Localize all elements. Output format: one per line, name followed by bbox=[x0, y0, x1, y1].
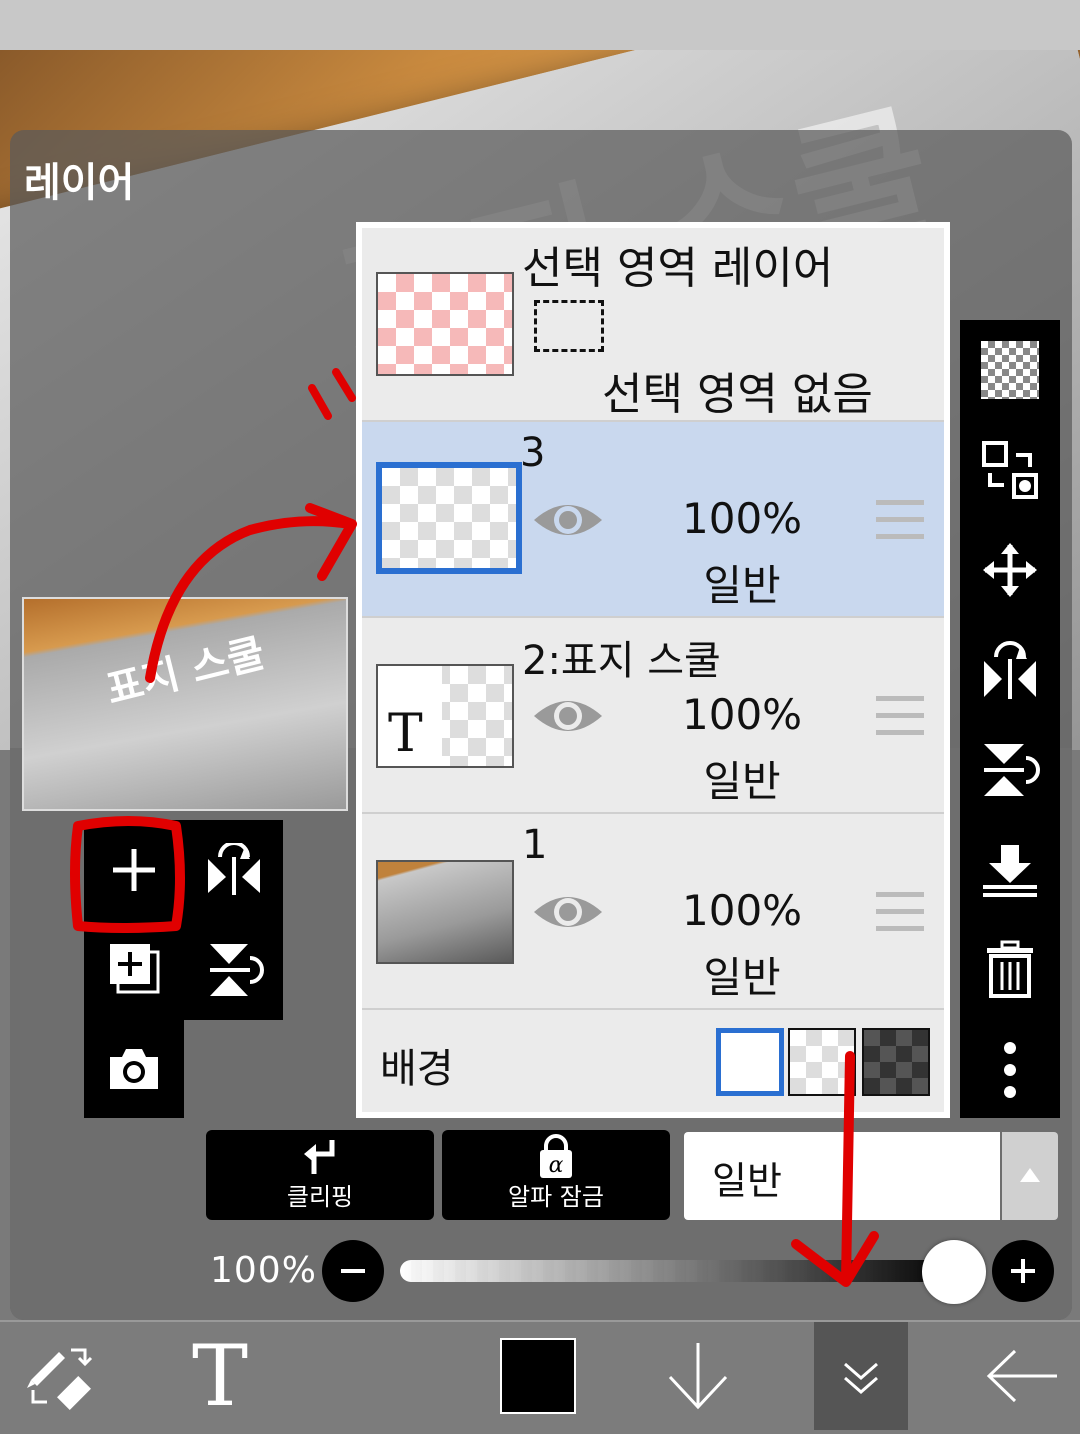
brush-eraser-swap-icon bbox=[27, 1348, 93, 1410]
selection-layer-thumbnail bbox=[376, 272, 514, 376]
layer-list: 선택 영역 레이어 선택 영역 없음 3 100% 일반 T 2:표지 스쿨 1… bbox=[356, 222, 950, 1118]
checker-icon bbox=[981, 341, 1039, 399]
drag-handle-icon[interactable] bbox=[876, 696, 924, 747]
drag-handle-icon[interactable] bbox=[876, 892, 924, 943]
opacity-value: 100% bbox=[210, 1250, 317, 1291]
merge-down-button[interactable] bbox=[960, 820, 1060, 920]
triangle-up-icon bbox=[1020, 1168, 1040, 1182]
eye-icon[interactable] bbox=[532, 888, 604, 936]
clipping-icon bbox=[304, 1140, 335, 1174]
background-row: 배경 bbox=[362, 1010, 944, 1112]
current-color-swatch bbox=[500, 1338, 576, 1414]
layer-name: 2:표지 스쿨 bbox=[522, 638, 721, 684]
layer-name: 1 bbox=[522, 822, 548, 868]
flip-vertical-right-button[interactable] bbox=[960, 720, 1060, 820]
status-bar bbox=[0, 0, 1080, 50]
selection-layer-status: 선택 영역 없음 bbox=[602, 369, 873, 420]
flip-vertical-icon bbox=[210, 944, 264, 996]
layer-thumbnail bbox=[376, 462, 522, 574]
more-vertical-icon bbox=[1004, 1042, 1016, 1098]
drag-handle-icon[interactable] bbox=[876, 500, 924, 551]
trash-icon bbox=[987, 940, 1033, 998]
flip-vertical-button[interactable] bbox=[184, 920, 284, 1020]
more-options-button[interactable] bbox=[960, 1020, 1060, 1120]
arrow-down-icon bbox=[668, 1343, 728, 1410]
move-icon bbox=[983, 543, 1037, 597]
layer-opacity: 100% bbox=[682, 690, 803, 739]
panel-title: 레이어 bbox=[24, 160, 135, 206]
background-label: 배경 bbox=[380, 1046, 454, 1092]
minus-icon bbox=[341, 1269, 365, 1273]
alpha-lock-label: 알파 잠금 bbox=[508, 1183, 604, 1211]
layer-row[interactable]: 3 100% 일반 bbox=[362, 422, 944, 619]
selection-marquee-icon bbox=[534, 300, 604, 352]
add-layer-button[interactable] bbox=[84, 820, 184, 920]
arrow-left-icon bbox=[986, 1349, 1057, 1403]
layer-panel-toggle-button[interactable] bbox=[814, 1322, 908, 1430]
layer-blend-mode: 일반 bbox=[703, 757, 781, 806]
merge-down-icon bbox=[983, 845, 1037, 897]
color-picker-button[interactable] bbox=[488, 1322, 588, 1430]
opacity-slider[interactable] bbox=[400, 1260, 960, 1282]
flip-horizontal-right-button[interactable] bbox=[960, 620, 1060, 720]
duplicate-layer-icon bbox=[110, 944, 160, 994]
blend-mode-value: 일반 bbox=[712, 1159, 782, 1203]
opacity-increase-button[interactable] bbox=[992, 1240, 1054, 1302]
text-layer-glyph: T bbox=[388, 704, 423, 764]
left-toolbar bbox=[84, 820, 184, 1118]
download-button[interactable] bbox=[648, 1322, 748, 1430]
text-tool-button[interactable]: T bbox=[170, 1322, 270, 1430]
flip-vertical-icon bbox=[984, 744, 1040, 796]
alpha-lock-button[interactable]: α 알파 잠금 bbox=[442, 1130, 670, 1220]
clipping-label: 클리핑 bbox=[286, 1183, 354, 1211]
layer-opacity: 100% bbox=[682, 886, 803, 935]
swap-icon bbox=[982, 441, 1038, 499]
layer-row[interactable]: 1 100% 일반 bbox=[362, 814, 944, 1011]
move-button[interactable] bbox=[960, 520, 1060, 620]
eye-icon[interactable] bbox=[532, 496, 604, 544]
layer-opacity: 100% bbox=[682, 494, 803, 543]
text-tool-icon: T bbox=[191, 1327, 249, 1425]
camera-layer-button[interactable] bbox=[84, 1018, 184, 1118]
preview-label: 표지 스쿨 bbox=[101, 630, 270, 714]
delete-layer-button[interactable] bbox=[960, 920, 1060, 1020]
clipping-button[interactable]: 클리핑 bbox=[206, 1130, 434, 1220]
layer-row[interactable]: T 2:표지 스쿨 100% 일반 bbox=[362, 618, 944, 815]
layer-blend-mode: 일반 bbox=[703, 561, 781, 610]
eye-icon[interactable] bbox=[532, 692, 604, 740]
canvas-preview[interactable]: 표지 스쿨 bbox=[22, 597, 348, 811]
right-toolbar bbox=[960, 320, 1060, 1118]
layer-thumbnail: T bbox=[376, 664, 514, 768]
flip-horizontal-button[interactable] bbox=[184, 820, 284, 920]
plus-icon bbox=[113, 849, 155, 891]
svg-text:α: α bbox=[549, 1153, 564, 1178]
double-chevron-down-icon bbox=[844, 1362, 878, 1394]
swap-layer-button[interactable] bbox=[960, 420, 1060, 520]
add-layer-copy-button[interactable] bbox=[84, 918, 184, 1018]
left-toolbar-2 bbox=[184, 820, 283, 1020]
selection-layer-row[interactable]: 선택 영역 레이어 선택 영역 없음 bbox=[362, 228, 944, 423]
back-button[interactable] bbox=[972, 1322, 1072, 1430]
flip-horizontal-icon bbox=[208, 843, 260, 895]
brush-eraser-toggle-button[interactable] bbox=[10, 1322, 110, 1430]
transparency-button[interactable] bbox=[960, 320, 1060, 420]
plus-icon bbox=[1011, 1259, 1035, 1283]
layer-blend-mode: 일반 bbox=[703, 953, 781, 1002]
opacity-slider-handle[interactable] bbox=[922, 1240, 986, 1304]
flip-horizontal-icon bbox=[984, 641, 1036, 699]
background-transparent-swatch[interactable] bbox=[788, 1028, 856, 1096]
lock-icon: α bbox=[540, 1134, 572, 1178]
selection-layer-title: 선택 영역 레이어 bbox=[522, 243, 834, 294]
blend-mode-dropdown-button[interactable] bbox=[1002, 1132, 1058, 1220]
layer-name: 3 bbox=[520, 430, 546, 476]
layer-thumbnail bbox=[376, 860, 514, 964]
camera-icon bbox=[110, 1049, 158, 1089]
background-dark-swatch[interactable] bbox=[862, 1028, 930, 1096]
opacity-decrease-button[interactable] bbox=[322, 1240, 384, 1302]
background-white-swatch[interactable] bbox=[716, 1028, 784, 1096]
